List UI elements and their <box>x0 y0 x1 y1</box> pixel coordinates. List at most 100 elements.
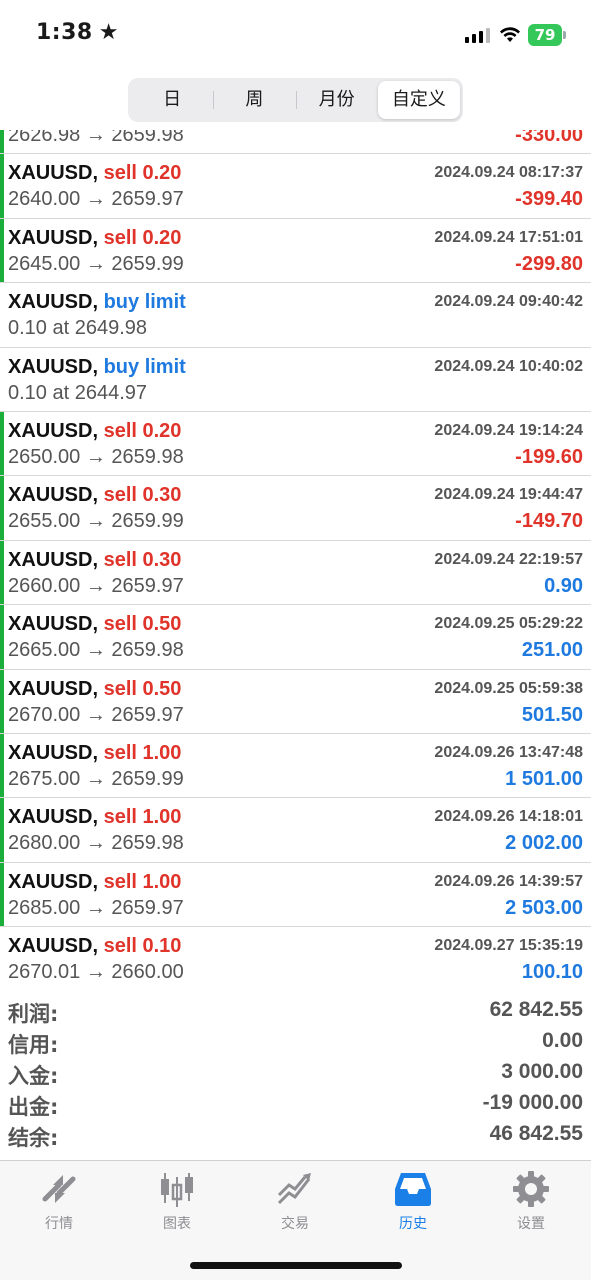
order-type: sell 0.20 <box>103 419 182 442</box>
order-date: 2024.09.24 19:14:24 <box>434 421 583 439</box>
order-symbol-name: XAUUSD, <box>8 419 99 442</box>
order-row[interactable]: XAUUSD, sell 1.00 2024.09.26 14:39:57 2685… <box>0 862 591 928</box>
summary-row: 结余: 46 842.55 <box>0 1120 591 1151</box>
order-symbol: XAUUSD, sell 1.00 <box>8 806 181 829</box>
order-date: 2024.09.24 22:19:57 <box>434 550 583 568</box>
order-row[interactable]: XAUUSD, sell 1.00 2024.09.26 13:47:48 2675… <box>0 733 591 799</box>
order-date: 2024.09.24 10:40:02 <box>434 357 583 375</box>
order-date: 2024.09.26 14:39:57 <box>434 872 583 890</box>
order-row[interactable]: XAUUSD, sell 0.10 2024.09.27 15:35:19 2670… <box>0 927 591 990</box>
order-row[interactable]: XAUUSD, sell 0.30 2024.09.24 19:44:47 2655… <box>0 476 591 541</box>
history-list[interactable]: XAUUSD, sell 0.20 2626.98 → 2659.98 -330.0… <box>0 130 591 990</box>
order-symbol-name: XAUUSD, <box>8 162 99 185</box>
order-profit: -299.80 <box>515 252 583 275</box>
order-type: sell 0.50 <box>103 613 182 636</box>
order-row[interactable]: XAUUSD, sell 0.20 2024.09.24 08:17:37 2640… <box>0 154 591 219</box>
order-symbol-name: XAUUSD, <box>8 291 99 314</box>
order-symbol: XAUUSD, sell 0.30 <box>8 549 181 572</box>
home-indicator <box>190 1262 402 1269</box>
order-row[interactable]: XAUUSD, sell 0.202626.98 → 2659.98-330.0… <box>0 130 591 155</box>
order-prices: 2670.01 → 2660.00 <box>8 961 184 984</box>
cellular-signal-icon <box>465 27 490 43</box>
tab-quotes[interactable]: 行情 <box>0 1169 118 1233</box>
battery-tip <box>563 31 566 39</box>
period-segmented-control: 日 周 月份 自定义 <box>128 78 463 122</box>
settings-icon <box>513 1171 549 1207</box>
tab-history[interactable]: 历史 <box>354 1169 472 1233</box>
order-symbol-name: XAUUSD, <box>8 935 99 958</box>
order-prices: 2660.00 → 2659.97 <box>8 574 184 597</box>
order-prices: 2665.00 → 2659.98 <box>8 639 184 662</box>
tab-trade[interactable]: 交易 <box>236 1169 354 1233</box>
segment-custom[interactable]: 自定义 <box>377 81 460 119</box>
order-symbol-name: XAUUSD, <box>8 226 99 249</box>
chart-icon <box>161 1173 193 1207</box>
battery-indicator: 79 <box>528 24 562 46</box>
order-row[interactable]: XAUUSD, sell 0.50 2024.09.25 05:29:22 2665… <box>0 605 591 670</box>
summary-value: 46 842.55 <box>489 1122 583 1145</box>
order-row[interactable]: XAUUSD, sell 0.20 2024.09.24 19:14:24 2650… <box>0 411 591 477</box>
order-profit: -330.00 <box>515 130 583 146</box>
order-type: sell 1.00 <box>103 806 182 829</box>
summary-value: 0.00 <box>542 1029 583 1052</box>
order-symbol-name: XAUUSD, <box>8 355 99 378</box>
order-profit: 2 503.00 <box>505 896 583 919</box>
order-prices: 2670.00 → 2659.97 <box>8 703 184 726</box>
order-row[interactable]: XAUUSD, sell 1.00 2024.09.26 14:18:01 2680… <box>0 798 591 863</box>
order-prices: 2640.00 → 2659.97 <box>8 188 184 211</box>
order-type: sell 0.20 <box>103 162 182 185</box>
order-prices: 2680.00 → 2659.98 <box>8 832 184 855</box>
order-type: sell 0.20 <box>103 226 182 249</box>
order-symbol: XAUUSD, sell 0.20 <box>8 420 181 443</box>
order-row[interactable]: XAUUSD, buy limit 2024.09.24 09:40:42 0.10… <box>0 283 591 348</box>
segment-week[interactable]: 周 <box>213 81 295 119</box>
order-profit: 100.10 <box>521 961 583 984</box>
order-prices: 0.10 at 2644.97 <box>8 381 148 404</box>
summary-row: 信用: 0.00 <box>0 1027 591 1058</box>
order-symbol-name: XAUUSD, <box>8 484 99 507</box>
order-symbol: XAUUSD, sell 1.00 <box>8 742 181 765</box>
order-row[interactable]: XAUUSD, sell 0.50 2024.09.25 05:59:38 2670… <box>0 669 591 734</box>
tab-chart[interactable]: 图表 <box>118 1169 236 1233</box>
order-symbol-name: XAUUSD, <box>8 613 99 636</box>
order-profit: -399.40 <box>515 188 583 211</box>
order-symbol: XAUUSD, sell 0.10 <box>8 935 181 958</box>
segment-day[interactable]: 日 <box>131 81 213 119</box>
history-icon <box>395 1173 431 1206</box>
order-date: 2024.09.24 08:17:37 <box>434 164 583 182</box>
order-date: 2024.09.24 19:44:47 <box>434 486 583 504</box>
order-symbol: XAUUSD, sell 1.00 <box>8 871 181 894</box>
segment-month[interactable]: 月份 <box>295 81 378 119</box>
order-profit: 501.50 <box>521 703 583 726</box>
order-row[interactable]: XAUUSD, sell 0.30 2024.09.24 22:19:57 2660… <box>0 540 591 606</box>
order-type: buy limit <box>103 291 186 314</box>
tab-settings[interactable]: 设置 <box>472 1169 590 1233</box>
order-symbol: XAUUSD, sell 0.20 <box>8 162 181 185</box>
tab-trade-label: 交易 <box>281 1216 309 1232</box>
order-profit: -199.60 <box>515 445 583 468</box>
order-date: 2024.09.24 17:51:01 <box>434 228 583 246</box>
order-symbol: XAUUSD, sell 0.30 <box>8 484 181 507</box>
summary-value: 3 000.00 <box>501 1060 583 1083</box>
order-type: buy limit <box>103 355 186 378</box>
order-prices: 0.10 at 2649.98 <box>8 317 148 340</box>
order-date: 2024.09.25 05:59:38 <box>434 679 583 697</box>
summary-row: 利润: 62 842.55 <box>0 996 591 1027</box>
order-prices: 2650.00 → 2659.98 <box>8 445 184 468</box>
history-list-content: XAUUSD, sell 0.20 2626.98 → 2659.98 -330.0… <box>0 130 591 990</box>
tab-history-label: 历史 <box>399 1216 427 1232</box>
order-type: sell 0.30 <box>103 484 182 507</box>
order-profit: 1 501.00 <box>505 767 583 790</box>
quotes-icon <box>42 1175 76 1203</box>
order-prices: 2685.00 → 2659.97 <box>8 896 184 919</box>
order-type: sell 0.10 <box>103 935 182 958</box>
order-row[interactable]: XAUUSD, buy limit 2024.09.24 10:40:02 0.10… <box>0 348 591 412</box>
order-profit: 0.90 <box>544 574 583 597</box>
order-symbol: XAUUSD, sell 0.50 <box>8 613 181 636</box>
order-type: sell 1.00 <box>103 741 182 764</box>
order-symbol: XAUUSD, sell 0.20 <box>8 227 181 250</box>
order-symbol: XAUUSD, buy limit <box>8 291 186 314</box>
order-row[interactable]: XAUUSD, sell 0.20 2024.09.24 17:51:01 2645… <box>0 218 591 284</box>
order-symbol-name: XAUUSD, <box>8 677 99 700</box>
summary-row: 入金: 3 000.00 <box>0 1058 591 1089</box>
